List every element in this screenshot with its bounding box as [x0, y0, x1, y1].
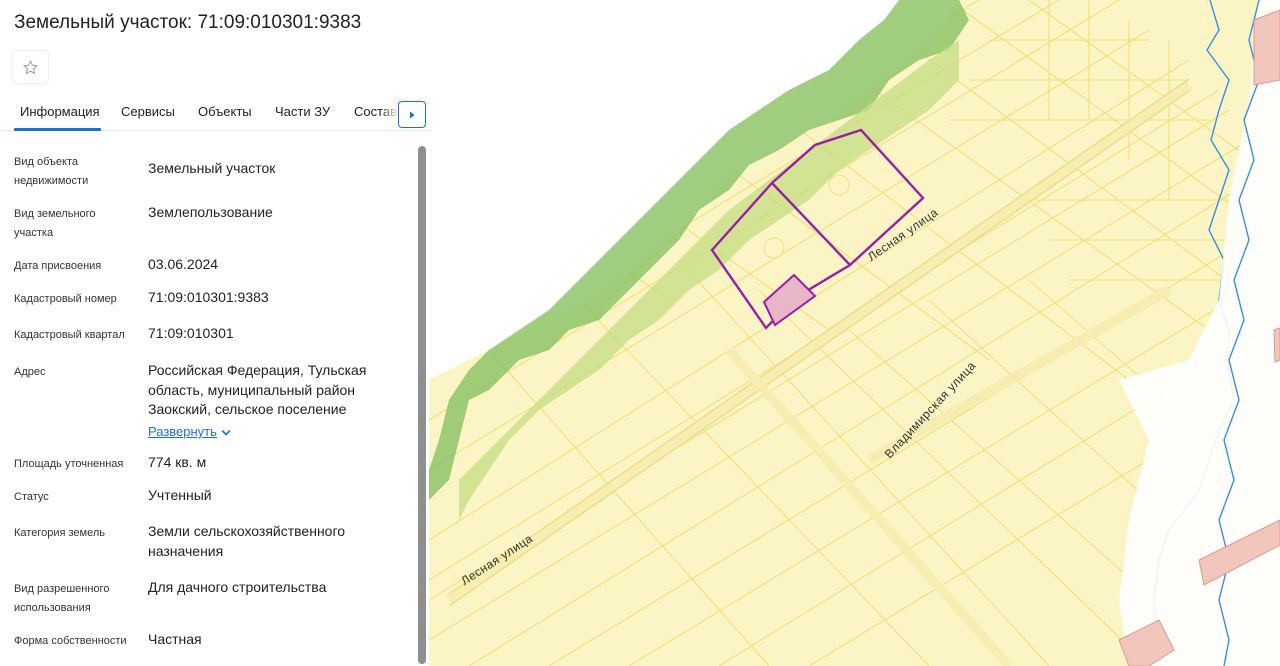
property-label: Адрес: [14, 366, 46, 378]
property-value: 71:09:010301:9383: [148, 289, 269, 305]
property-value: Частная: [148, 631, 202, 647]
tabs-fade: [380, 96, 400, 130]
tabs-next-button[interactable]: [398, 101, 426, 128]
favorite-button[interactable]: [13, 51, 48, 83]
property-label: Вид земельного участка: [14, 208, 96, 239]
panel-scrollbar[interactable]: [418, 146, 426, 664]
chevron-right-icon: [410, 111, 415, 118]
tab-land-parts[interactable]: Части ЗУ: [275, 104, 330, 119]
property-label: Форма собственности: [14, 635, 127, 647]
expand-address-link[interactable]: Развернуть: [148, 424, 217, 439]
property-value: Для дачного строительства: [148, 579, 327, 595]
property-label: Площадь уточненная: [14, 458, 124, 470]
active-tab-indicator: [14, 128, 101, 131]
property-value: Землепользование: [148, 204, 273, 220]
property-value: Земли сельскохозяйственного назначения: [148, 523, 346, 559]
cadastral-map[interactable]: Лесная улица Владимирская улица Лесная у…: [429, 0, 1280, 666]
property-value: Российская Федерация, Тульская область, …: [148, 362, 367, 417]
tab-information[interactable]: Информация: [20, 104, 100, 119]
property-label: Кадастровый номер: [14, 293, 117, 305]
tab-objects[interactable]: Объекты: [198, 104, 252, 119]
property-value: 71:09:010301: [148, 325, 234, 341]
property-label: Дата присвоения: [14, 260, 102, 272]
property-label: Статус: [14, 491, 49, 503]
page-title: Земельный участок: 71:09:010301:9383: [14, 12, 362, 33]
property-value: 774 кв. м: [148, 454, 207, 470]
property-label: Вид разрешенного использования: [14, 583, 110, 614]
property-value: 03.06.2024: [148, 256, 219, 272]
chevron-down-icon[interactable]: [219, 426, 233, 440]
property-value: Учтенный: [148, 487, 212, 503]
map-canvas[interactable]: [429, 0, 1280, 666]
tab-bar: Информация Сервисы Объекты Части ЗУ Сост…: [0, 96, 429, 131]
star-outline-icon: [23, 59, 38, 74]
tab-services[interactable]: Сервисы: [121, 104, 175, 119]
property-label: Категория земель: [14, 527, 105, 539]
info-panel: Земельный участок: 71:09:010301:9383 Инф…: [0, 0, 429, 666]
property-label: Вид объекта недвижимости: [14, 156, 89, 187]
property-value: Земельный участок: [148, 160, 276, 176]
property-label: Кадастровый квартал: [14, 329, 125, 341]
